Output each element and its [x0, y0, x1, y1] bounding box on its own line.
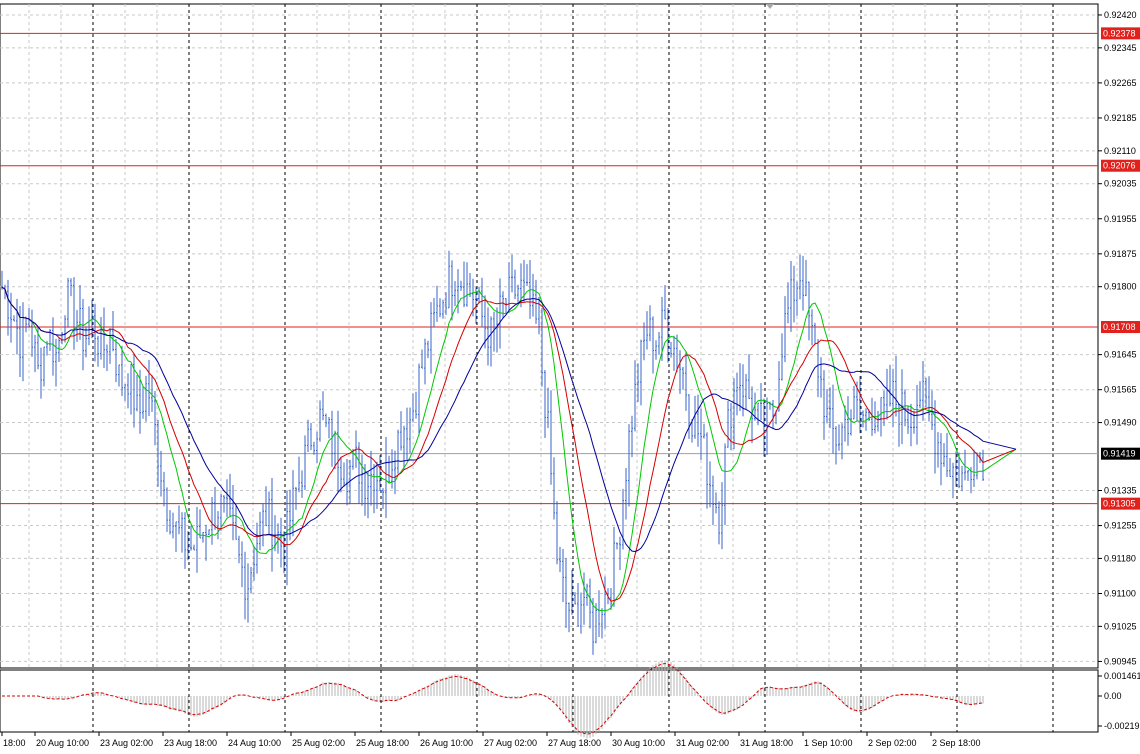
time-tick-label: 20 Aug 10:00: [36, 738, 89, 748]
time-tick-label: 23 Aug 02:00: [100, 738, 153, 748]
price-axis[interactable]: 0.92420 0.92345 0.92265 0.92185 0.92110 0.920…: [1098, 10, 1140, 731]
time-tick-label: 23 Aug 18:00: [164, 738, 217, 748]
time-tick-label: 18:00: [3, 738, 26, 748]
price-tick-label: 0.92420: [1104, 10, 1137, 20]
time-tick-label: 26 Aug 10:00: [420, 738, 473, 748]
level-tag-label: 0.92378: [1103, 28, 1136, 38]
time-tick-label: 1 Sep 10:00: [804, 738, 853, 748]
main-panel[interactable]: [0, 3, 1099, 669]
price-tick-label: 0.91335: [1104, 485, 1137, 495]
price-tick-label: 0.92110: [1104, 146, 1136, 156]
price-tick-label: 0.92035: [1104, 179, 1137, 189]
time-tick-label: 30 Aug 10:00: [612, 738, 665, 748]
time-tick-label: 24 Aug 10:00: [228, 738, 281, 748]
indicator-tick-label: -0.00219: [1104, 721, 1140, 731]
price-tick-label: 0.91875: [1104, 249, 1137, 259]
time-axis[interactable]: 18:00 20 Aug 10:00 23 Aug 02:00 23 Aug 18:0…: [1, 732, 981, 748]
price-tick-label: 0.91645: [1104, 350, 1137, 360]
indicator-panel[interactable]: [0, 669, 1099, 733]
price-tick-label: 0.91180: [1104, 553, 1136, 563]
time-tick-label: 25 Aug 02:00: [292, 738, 345, 748]
price-tick-label: 0.92185: [1104, 113, 1137, 123]
time-tick-label: 2 Sep 18:00: [932, 738, 981, 748]
time-tick-label: 31 Aug 02:00: [676, 738, 729, 748]
price-tick-label: 0.91490: [1104, 418, 1137, 428]
current-price-label: 0.91419: [1103, 449, 1136, 459]
indicator-tick-label: 0.001461: [1104, 671, 1140, 681]
chart-canvas[interactable]: 0.92378 0.92076 0.91708 0.91305 0.91419 0.92…: [0, 0, 1140, 754]
price-tick-label: 0.91955: [1104, 214, 1137, 224]
price-tick-label: 0.90945: [1104, 656, 1137, 666]
level-tag-label: 0.91305: [1103, 499, 1136, 509]
time-tick-label: 31 Aug 18:00: [740, 738, 793, 748]
price-tick-label: 0.91100: [1104, 588, 1136, 598]
indicator-tick-label: 0.00: [1104, 691, 1122, 701]
time-tick-label: 25 Aug 18:00: [356, 738, 409, 748]
price-tick-label: 0.92265: [1104, 78, 1137, 88]
time-tick-label: 2 Sep 02:00: [868, 738, 917, 748]
level-tag-label: 0.91708: [1103, 322, 1136, 332]
level-tag-label: 0.92076: [1103, 161, 1136, 171]
price-tick-label: 0.91565: [1104, 385, 1137, 395]
price-tick-label: 0.91800: [1104, 282, 1137, 292]
price-tick-label: 0.92345: [1104, 43, 1137, 53]
price-tick-label: 0.91025: [1104, 621, 1137, 631]
time-tick-label: 27 Aug 18:00: [548, 738, 601, 748]
time-tick-label: 27 Aug 02:00: [484, 738, 537, 748]
trading-chart[interactable]: 0.92378 0.92076 0.91708 0.91305 0.91419 0.92…: [0, 0, 1140, 754]
price-tick-label: 0.91255: [1104, 521, 1137, 531]
